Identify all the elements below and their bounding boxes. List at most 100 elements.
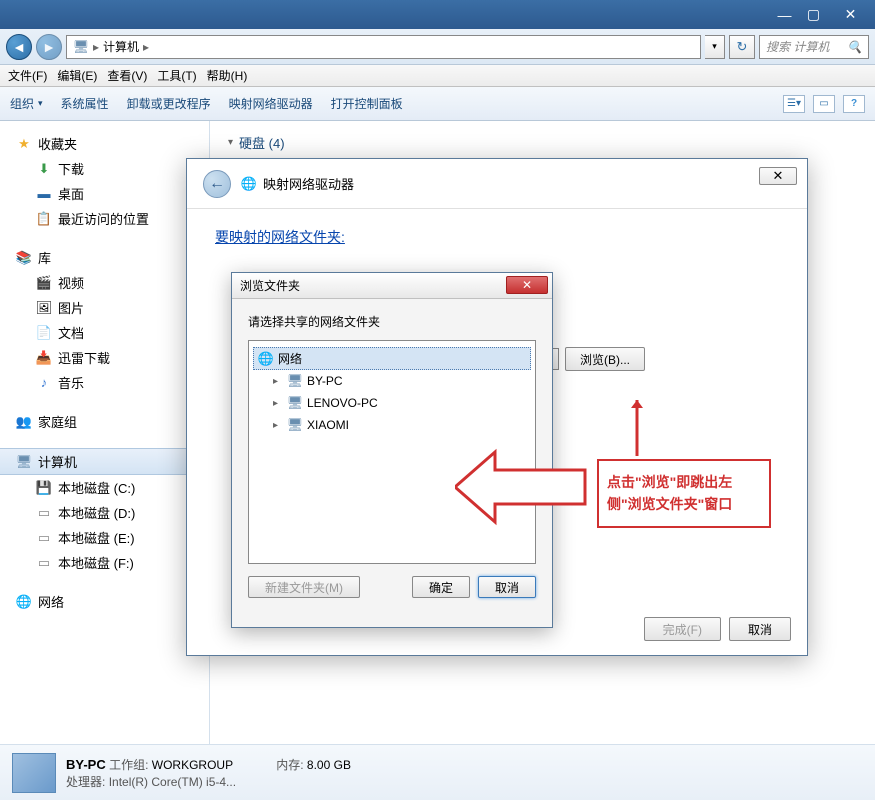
annotation-text: 点击"浏览"即跳出左侧"浏览文件夹"窗口 <box>597 459 771 528</box>
recent-icon: 📋 <box>36 211 52 227</box>
dialog-title: 🌐 映射网络驱动器 <box>241 174 354 193</box>
breadcrumb-computer[interactable]: 计算机 <box>103 38 139 55</box>
cancel-button[interactable]: 取消 <box>729 617 791 641</box>
computer-icon: 🖥 <box>287 395 303 411</box>
star-icon: ★ <box>16 136 32 152</box>
sidebar-item-disk-c[interactable]: 💾本地磁盘 (C:) <box>0 475 209 500</box>
dialog-back-button[interactable]: ← <box>203 170 231 198</box>
address-field[interactable]: 🖥 ▸ 计算机 ▸ <box>66 35 701 59</box>
document-icon: 📄 <box>36 325 52 341</box>
computer-icon: 🖥 <box>287 417 303 433</box>
disk-icon: ▭ <box>36 530 52 546</box>
details-cpu: Intel(R) Core(TM) i5-4... <box>109 775 236 789</box>
cancel-button[interactable]: 取消 <box>478 576 536 598</box>
sidebar-favorites[interactable]: ★收藏夹 <box>0 131 209 156</box>
sidebar-item-desktop[interactable]: ▬桌面 <box>0 181 209 206</box>
maximize-button[interactable]: ▢ <box>799 5 828 25</box>
minimize-button[interactable]: — <box>770 5 799 25</box>
browse-button[interactable]: 浏览(B)... <box>565 347 645 371</box>
dialog-heading-link: 要映射的网络文件夹: <box>215 227 779 247</box>
search-input[interactable]: 搜索 计算机 🔍 <box>759 35 869 59</box>
details-workgroup-label: 工作组: <box>109 758 148 772</box>
annotation-arrow <box>455 442 595 532</box>
control-panel-button[interactable]: 打开控制面板 <box>331 95 403 112</box>
music-icon: ♪ <box>36 375 52 391</box>
preview-pane-button[interactable]: ▭ <box>813 95 835 113</box>
tree-item[interactable]: ▸ 🖥 LENOVO-PC <box>253 392 531 414</box>
sidebar-homegroup[interactable]: 👥家庭组 <box>0 409 209 434</box>
sidebar-item-disk-e[interactable]: ▭本地磁盘 (E:) <box>0 525 209 550</box>
sidebar-item-pictures[interactable]: 🖼图片 <box>0 295 209 320</box>
xunlei-icon: 📥 <box>36 350 52 366</box>
computer-icon: 🖥 <box>73 39 89 55</box>
dialog-close-button[interactable]: ✕ <box>759 167 797 185</box>
section-header-harddisks[interactable]: ▾ 硬盘 (4) <box>228 133 857 152</box>
details-workgroup: WORKGROUP <box>152 758 233 772</box>
expand-icon[interactable]: ▸ <box>273 398 283 409</box>
finish-button: 完成(F) <box>644 617 721 641</box>
breadcrumb-sep: ▸ <box>143 40 149 54</box>
breadcrumb-sep: ▸ <box>93 40 99 54</box>
new-folder-button: 新建文件夹(M) <box>248 576 360 598</box>
menu-tools[interactable]: 工具(T) <box>157 67 196 84</box>
sidebar-item-xunlei[interactable]: 📥迅雷下载 <box>0 345 209 370</box>
network-icon: 🌐 <box>258 351 274 367</box>
browse-dialog-message: 请选择共享的网络文件夹 <box>232 299 552 340</box>
help-button[interactable]: ? <box>843 95 865 113</box>
sidebar-network[interactable]: 🌐网络 <box>0 589 209 614</box>
system-properties-button[interactable]: 系统属性 <box>61 95 109 112</box>
network-drive-icon: 🌐 <box>241 176 257 192</box>
disk-icon: 💾 <box>36 480 52 496</box>
menu-view[interactable]: 查看(V) <box>107 67 147 84</box>
nav-back-button[interactable]: ◄ <box>6 34 32 60</box>
tree-item[interactable]: ▸ 🖥 XIAOMI <box>253 414 531 436</box>
desktop-icon: ▬ <box>36 186 52 202</box>
tree-item-label: XIAOMI <box>307 418 349 432</box>
sidebar-item-recent[interactable]: 📋最近访问的位置 <box>0 206 209 231</box>
expand-icon[interactable]: ▸ <box>273 420 283 431</box>
sidebar-computer[interactable]: 🖥计算机 <box>0 448 209 475</box>
details-cpu-label: 处理器: <box>66 775 105 789</box>
tree-root-network[interactable]: 🌐 网络 <box>253 347 531 370</box>
search-icon: 🔍 <box>847 40 862 54</box>
tree-item[interactable]: ▸ 🖥 BY-PC <box>253 370 531 392</box>
map-network-drive-button[interactable]: 映射网络驱动器 <box>229 95 313 112</box>
organize-button[interactable]: 组织▾ <box>10 95 43 112</box>
collapse-icon: ▾ <box>228 137 233 148</box>
picture-icon: 🖼 <box>36 300 52 316</box>
expand-icon[interactable]: ▸ <box>273 376 283 387</box>
disk-icon: ▭ <box>36 555 52 571</box>
video-icon: 🎬 <box>36 275 52 291</box>
address-bar: ◄ ► 🖥 ▸ 计算机 ▸ ▾ ↻ 搜索 计算机 🔍 <box>0 29 875 65</box>
sidebar-item-documents[interactable]: 📄文档 <box>0 320 209 345</box>
disk-icon: ▭ <box>36 505 52 521</box>
details-name: BY-PC <box>66 757 106 772</box>
menu-edit[interactable]: 编辑(E) <box>57 67 97 84</box>
browse-dialog-close-button[interactable]: ✕ <box>506 276 548 294</box>
tree-item-label: BY-PC <box>307 374 343 388</box>
uninstall-programs-button[interactable]: 卸载或更改程序 <box>127 95 211 112</box>
ok-button[interactable]: 确定 <box>412 576 470 598</box>
tree-item-label: LENOVO-PC <box>307 396 378 410</box>
nav-forward-button[interactable]: ► <box>36 34 62 60</box>
sidebar-item-music[interactable]: ♪音乐 <box>0 370 209 395</box>
close-button[interactable]: ✕ <box>828 5 873 25</box>
view-options-button[interactable]: ☰▾ <box>783 95 805 113</box>
search-placeholder: 搜索 计算机 <box>766 38 829 55</box>
sidebar-libraries[interactable]: 📚库 <box>0 245 209 270</box>
refresh-button[interactable]: ↻ <box>729 35 755 59</box>
details-pane: BY-PC 工作组: WORKGROUP 内存: 8.00 GB 处理器: In… <box>0 744 875 800</box>
sidebar-item-videos[interactable]: 🎬视频 <box>0 270 209 295</box>
sidebar-item-disk-d[interactable]: ▭本地磁盘 (D:) <box>0 500 209 525</box>
address-dropdown-button[interactable]: ▾ <box>705 35 725 59</box>
menu-help[interactable]: 帮助(H) <box>207 67 248 84</box>
sidebar-item-downloads[interactable]: ⬇下载 <box>0 156 209 181</box>
network-icon: 🌐 <box>16 594 32 610</box>
computer-icon: 🖥 <box>16 454 32 470</box>
download-icon: ⬇ <box>36 161 52 177</box>
sidebar-item-disk-f[interactable]: ▭本地磁盘 (F:) <box>0 550 209 575</box>
browse-dialog-titlebar: 浏览文件夹 ✕ <box>232 273 552 299</box>
toolbar: 组织▾ 系统属性 卸载或更改程序 映射网络驱动器 打开控制面板 ☰▾ ▭ ? <box>0 87 875 121</box>
menu-file[interactable]: 文件(F) <box>8 67 47 84</box>
library-icon: 📚 <box>16 250 32 266</box>
